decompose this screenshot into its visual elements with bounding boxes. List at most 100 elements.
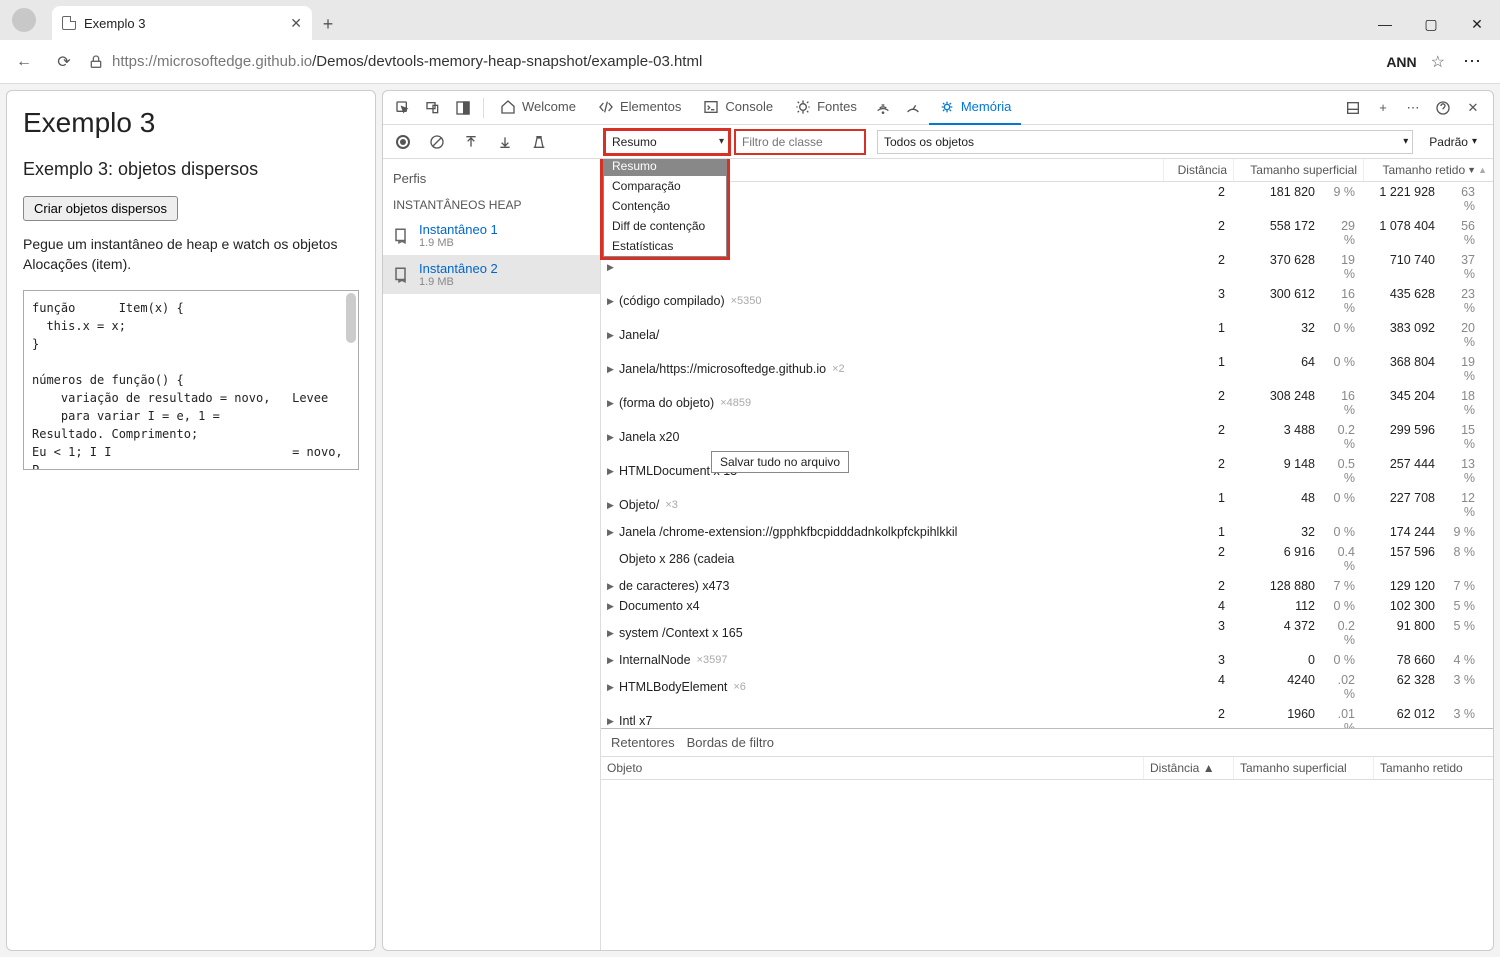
record-button[interactable] bbox=[389, 128, 417, 156]
table-header: Distância Tamanho superficial Tamanho re… bbox=[601, 159, 1493, 182]
maximize-button[interactable]: ▢ bbox=[1408, 8, 1454, 40]
expand-icon[interactable]: ▶ bbox=[607, 466, 617, 477]
drawer-icon[interactable] bbox=[1339, 94, 1367, 122]
expand-icon[interactable]: ▶ bbox=[607, 432, 617, 443]
row-retained: 299 596 bbox=[1361, 422, 1441, 452]
expand-icon[interactable]: ▶ bbox=[607, 296, 617, 307]
snapshot-1[interactable]: Instantâneo 11.9 MB bbox=[383, 216, 600, 255]
retainers-tab[interactable]: Retentores bbox=[611, 735, 675, 750]
dropdown-item-contencao[interactable]: Contenção bbox=[604, 196, 726, 216]
row-retained: 62 012 bbox=[1361, 706, 1441, 728]
expand-icon[interactable]: ▶ bbox=[607, 398, 617, 409]
network-icon[interactable] bbox=[869, 94, 897, 122]
table-row[interactable]: ▶(código compilado)×53503300 61216 %435 … bbox=[601, 284, 1493, 318]
expand-icon[interactable]: ▶ bbox=[607, 330, 617, 341]
filter-edges-tab[interactable]: Bordas de filtro bbox=[687, 735, 774, 750]
dropdown-item-resumo[interactable]: Resumo bbox=[604, 159, 726, 176]
dropdown-item-diff[interactable]: Diff de contenção bbox=[604, 216, 726, 236]
refresh-button[interactable]: ⟳ bbox=[48, 46, 80, 78]
tab-sources[interactable]: Fontes bbox=[785, 91, 867, 125]
table-row[interactable]: ▶Janela/1320 %383 09220 % bbox=[601, 318, 1493, 352]
table-row[interactable]: ▶de caracteres) x4732128 8807 %129 1207 … bbox=[601, 576, 1493, 596]
row-retained: 1 221 928 bbox=[1361, 184, 1441, 214]
add-tab-icon[interactable]: + bbox=[1369, 94, 1397, 122]
table-row[interactable]: Objeto x 286 (cadeia26 9160.4 %157 5968 … bbox=[601, 542, 1493, 576]
table-row[interactable]: ▶Janela /chrome-extension://gpphkfbcpidd… bbox=[601, 522, 1493, 542]
inspect-icon[interactable] bbox=[389, 94, 417, 122]
expand-icon[interactable]: ▶ bbox=[607, 628, 617, 639]
default-select[interactable]: Padrão▾ bbox=[1429, 135, 1477, 149]
expand-icon[interactable]: ▶ bbox=[607, 262, 617, 273]
dock-icon[interactable] bbox=[449, 94, 477, 122]
more-menu-icon[interactable]: ⋯ bbox=[1463, 51, 1482, 72]
table-row[interactable]: ▶2181 8209 %1 221 92863 % bbox=[601, 182, 1493, 216]
ret-col-retained[interactable]: Tamanho retido bbox=[1373, 757, 1493, 779]
download-button[interactable] bbox=[491, 128, 519, 156]
table-row[interactable]: ▶Intl x721960.01 %62 0123 % bbox=[601, 704, 1493, 728]
table-row[interactable]: ▶2558 17229 %1 078 40456 % bbox=[601, 216, 1493, 250]
table-row[interactable]: ▶Janela x2023 4880.2 %299 59615 % bbox=[601, 420, 1493, 454]
row-name: HTMLBodyElement bbox=[619, 680, 727, 694]
tab-console[interactable]: Console bbox=[693, 91, 783, 125]
ret-col-object[interactable]: Objeto bbox=[601, 757, 1143, 779]
clear-button[interactable] bbox=[423, 128, 451, 156]
upload-button[interactable] bbox=[457, 128, 485, 156]
minimize-button[interactable]: — bbox=[1362, 8, 1408, 40]
expand-icon[interactable]: ▶ bbox=[607, 581, 617, 592]
heap-table[interactable]: Distância Tamanho superficial Tamanho re… bbox=[601, 159, 1493, 728]
gc-button[interactable] bbox=[525, 128, 553, 156]
more-tools-icon[interactable]: ⋯ bbox=[1399, 94, 1427, 122]
table-row[interactable]: ▶Janela/https://microsoftedge.github.io×… bbox=[601, 352, 1493, 386]
favorite-icon[interactable]: ☆ bbox=[1431, 52, 1445, 72]
expand-icon[interactable]: ▶ bbox=[607, 655, 617, 666]
profile-avatar[interactable] bbox=[12, 8, 36, 32]
col-retained[interactable]: Tamanho retido▼▲ bbox=[1363, 159, 1493, 181]
expand-icon[interactable]: ▶ bbox=[607, 527, 617, 538]
tab-close-icon[interactable]: ✕ bbox=[290, 15, 302, 32]
close-devtools-icon[interactable]: ✕ bbox=[1459, 94, 1487, 122]
profile-label[interactable]: ANN bbox=[1386, 54, 1416, 70]
table-row[interactable]: ▶system /Context x 16534 3720.2 %91 8005… bbox=[601, 616, 1493, 650]
device-icon[interactable] bbox=[419, 94, 447, 122]
table-row[interactable]: ▶HTMLBodyElement×644240.02 %62 3283 % bbox=[601, 670, 1493, 704]
scrollbar[interactable] bbox=[346, 293, 356, 343]
close-window-button[interactable]: ✕ bbox=[1454, 8, 1500, 40]
row-shallow: 3 488 bbox=[1231, 422, 1321, 452]
browser-tab[interactable]: Exemplo 3 ✕ bbox=[52, 6, 312, 40]
class-filter-input[interactable] bbox=[735, 130, 865, 154]
objects-filter-select[interactable]: Todos os objetos bbox=[877, 130, 1413, 154]
back-button[interactable]: ← bbox=[8, 46, 40, 78]
col-distance[interactable]: Distância bbox=[1163, 159, 1233, 181]
expand-icon[interactable]: ▶ bbox=[607, 716, 617, 727]
code-box[interactable]: função Item(x) { this.x = x; } números d… bbox=[23, 290, 359, 470]
table-row[interactable]: ▶Objeto/×31480 %227 70812 % bbox=[601, 488, 1493, 522]
table-row[interactable]: ▶InternalNode×3597300 %78 6604 % bbox=[601, 650, 1493, 670]
snapshot-2[interactable]: Instantâneo 21.9 MB bbox=[383, 255, 600, 294]
row-shallow: 300 612 bbox=[1231, 286, 1321, 316]
view-dropdown[interactable]: Resumo Comparação Contenção Diff de cont… bbox=[603, 159, 727, 257]
create-objects-button[interactable]: Criar objetos dispersos bbox=[23, 196, 178, 221]
tab-welcome[interactable]: Welcome bbox=[490, 91, 586, 125]
table-row[interactable]: ▶(forma do objeto)×48592308 24816 %345 2… bbox=[601, 386, 1493, 420]
performance-icon[interactable] bbox=[899, 94, 927, 122]
dropdown-item-estatisticas[interactable]: Estatísticas bbox=[604, 236, 726, 256]
new-tab-button[interactable]: + bbox=[312, 8, 344, 40]
help-icon[interactable] bbox=[1429, 94, 1457, 122]
row-shallow: 32 bbox=[1231, 320, 1321, 350]
row-retained: 157 596 bbox=[1361, 544, 1441, 574]
ret-col-distance[interactable]: Distância ▲ bbox=[1143, 757, 1233, 779]
expand-icon[interactable]: ▶ bbox=[607, 601, 617, 612]
row-retained-pct: 9 % bbox=[1441, 524, 1481, 540]
ret-col-shallow[interactable]: Tamanho superficial bbox=[1233, 757, 1373, 779]
table-row[interactable]: ▶Documento x441120 %102 3005 % bbox=[601, 596, 1493, 616]
expand-icon[interactable]: ▶ bbox=[607, 682, 617, 693]
url-box[interactable]: https://microsoftedge.github.io/Demos/de… bbox=[88, 53, 1378, 70]
expand-icon[interactable]: ▶ bbox=[607, 500, 617, 511]
dropdown-item-comparacao[interactable]: Comparação bbox=[604, 176, 726, 196]
expand-icon[interactable]: ▶ bbox=[607, 364, 617, 375]
view-select[interactable]: Resumo bbox=[605, 130, 729, 154]
table-row[interactable]: ▶2370 62819 %710 74037 % bbox=[601, 250, 1493, 284]
tab-elements[interactable]: Elementos bbox=[588, 91, 691, 125]
col-shallow[interactable]: Tamanho superficial bbox=[1233, 159, 1363, 181]
tab-memory[interactable]: Memória bbox=[929, 91, 1022, 125]
